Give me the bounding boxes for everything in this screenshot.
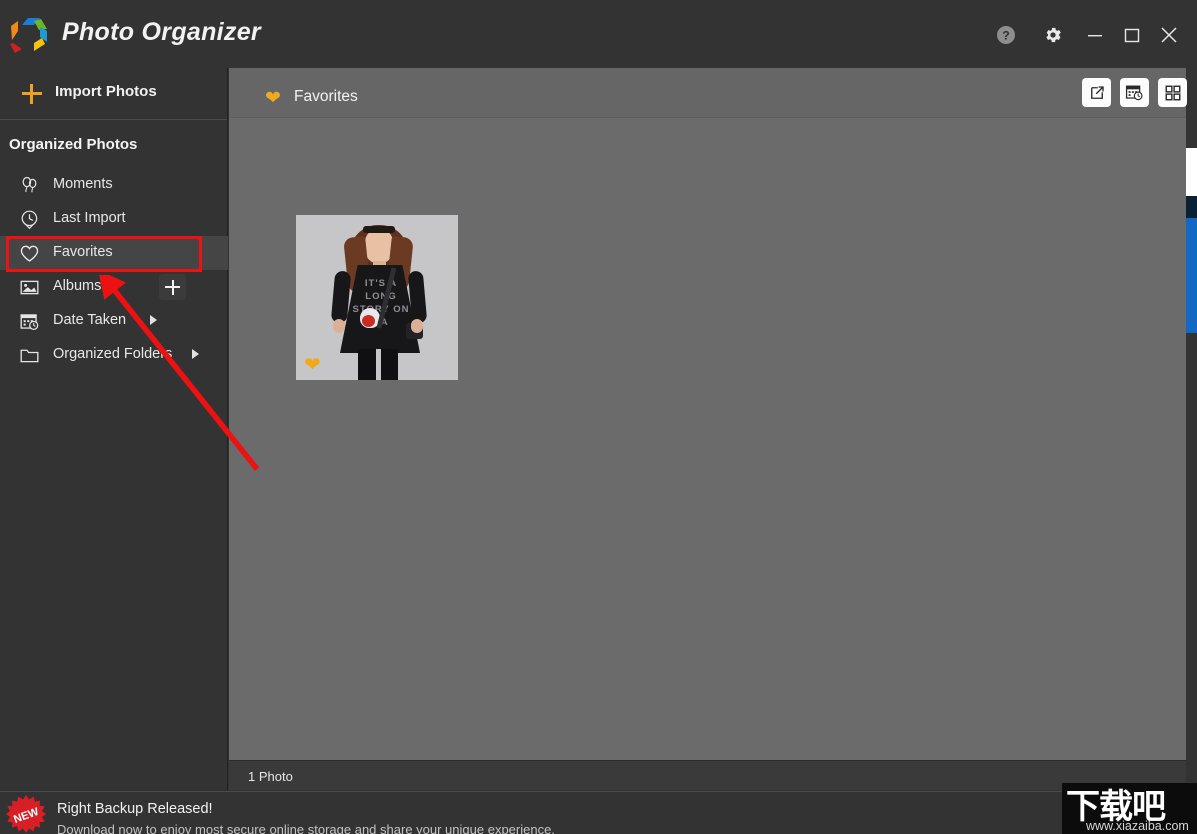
sidebar-nav: Moments Last Import Favorites Albums Dat…: [0, 168, 228, 372]
settings-button[interactable]: [1036, 22, 1070, 48]
photo-thumbnail[interactable]: IT'S A LONG STORY ON SA ❤: [296, 215, 458, 380]
content-header: ❤ Favorites: [229, 68, 1187, 118]
favorite-badge-icon[interactable]: ❤: [304, 355, 321, 375]
background-window-sliver-white: [1186, 148, 1197, 196]
sidebar-item-last-import[interactable]: Last Import: [0, 202, 228, 236]
sidebar-item-label: Date Taken: [53, 312, 127, 328]
plus-icon: [22, 84, 42, 104]
promo-subtitle: Download now to enjoy most secure online…: [57, 822, 555, 834]
sidebar-item-favorites[interactable]: Favorites: [0, 236, 228, 270]
promo-title: Right Backup Released!: [57, 801, 213, 817]
page-title: Favorites: [294, 88, 358, 105]
maximize-button[interactable]: [1115, 22, 1149, 48]
background-window-sliver-navy: [1186, 196, 1197, 218]
background-window-sliver-blue: [1186, 218, 1197, 333]
content-area: ❤ Favorites IT'S A LONG ON ❤: [229, 68, 1187, 790]
photo-detail: [333, 319, 345, 333]
sidebar-item-moments[interactable]: Moments: [0, 168, 228, 202]
starburst-badge-icon: NEW: [6, 794, 46, 834]
sidebar-item-label: Last Import: [53, 210, 126, 226]
balloons-icon: [18, 174, 40, 196]
photo-count-label: 1 Photo: [248, 769, 293, 784]
chevron-right-icon[interactable]: [192, 349, 199, 359]
heart-outline-icon: [18, 242, 40, 264]
app-title: Photo Organizer: [62, 18, 261, 46]
app-logo-icon: [9, 16, 49, 54]
sidebar-item-label: Organized Folders: [53, 346, 173, 362]
chevron-right-icon[interactable]: [150, 315, 157, 325]
open-external-button[interactable]: [1082, 78, 1111, 107]
photo-detail: [363, 226, 395, 233]
calendar-clock-icon: [18, 310, 40, 332]
minimize-button[interactable]: [1078, 22, 1112, 48]
sidebar-section-header: Organized Photos: [9, 136, 138, 153]
sidebar-item-albums[interactable]: Albums: [0, 270, 228, 304]
clock-pin-icon: [18, 208, 40, 230]
sidebar-item-organized-folders[interactable]: Organized Folders: [0, 338, 228, 372]
grid-view-button[interactable]: [1158, 78, 1187, 107]
title-bar: Photo Organizer ?: [0, 0, 1197, 68]
status-bar: 1 Photo: [229, 760, 1186, 790]
image-icon: [18, 276, 40, 298]
watermark-url: www.xiazaiba.com: [1086, 819, 1189, 833]
sidebar-item-label: Albums: [53, 278, 102, 294]
watermark: 下载吧 www.xiazaiba.com: [1062, 783, 1197, 834]
photo-detail: [362, 315, 375, 327]
photo-detail: [411, 319, 423, 333]
photo-detail: [376, 349, 381, 380]
sidebar-item-label: Favorites: [53, 244, 113, 260]
sidebar: Import Photos Organized Photos Moments L…: [0, 68, 228, 790]
import-photos-button[interactable]: Import Photos: [0, 68, 227, 120]
application-window: Photo Organizer ? Import Photos Organize…: [0, 0, 1197, 834]
sidebar-item-label: Moments: [53, 176, 113, 192]
add-album-button[interactable]: [159, 274, 186, 300]
folder-icon: [18, 344, 40, 366]
heart-filled-icon: ❤: [265, 88, 281, 109]
promo-banner[interactable]: NEW Right Backup Released! Download now …: [0, 791, 1197, 834]
date-view-button[interactable]: [1120, 78, 1149, 107]
svg-text:?: ?: [1002, 29, 1009, 43]
import-photos-label: Import Photos: [55, 83, 157, 100]
close-button[interactable]: [1152, 22, 1186, 48]
help-button[interactable]: ?: [989, 22, 1023, 48]
sidebar-item-date-taken[interactable]: Date Taken: [0, 304, 228, 338]
